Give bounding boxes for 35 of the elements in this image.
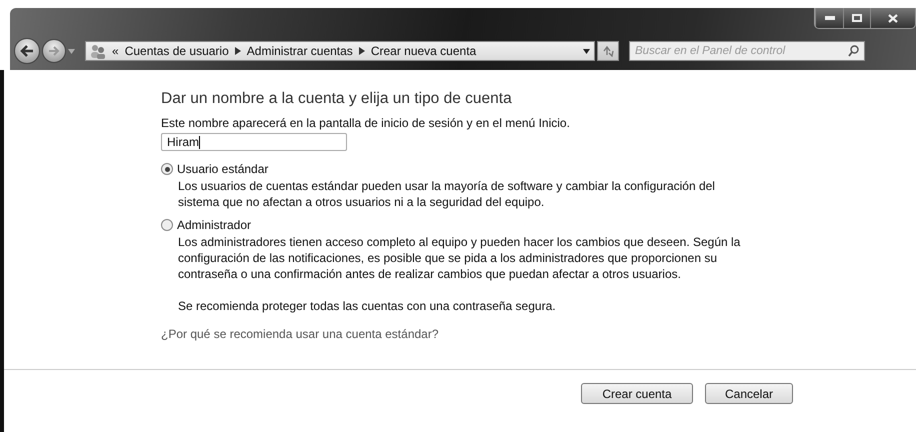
address-bar[interactable]: « Cuentas de usuario Administrar cuentas Crear nueva cuenta: [85, 41, 595, 61]
history-dropdown-icon[interactable]: [68, 48, 75, 54]
breadcrumb-arrow-icon[interactable]: [358, 47, 365, 55]
close-icon[interactable]: [888, 14, 898, 22]
radio-button[interactable]: [161, 219, 173, 231]
cancel-button[interactable]: Cancelar: [705, 383, 793, 404]
maximize-icon[interactable]: [852, 14, 862, 22]
dropdown-icon[interactable]: [583, 48, 590, 54]
overflow-chevron[interactable]: «: [112, 44, 119, 58]
back-arrow-icon[interactable]: [20, 45, 34, 57]
radio-button[interactable]: [161, 163, 173, 175]
option-description: Los usuarios de cuentas estándar pueden usar la mayoría de software y cambiar la configuración del sistema que no afectan a otros usuarios ni a la seguridad del equipo.: [178, 178, 716, 210]
create-account-button[interactable]: Crear cuenta: [581, 383, 693, 404]
option-description: Los administradores tienen acceso completo al equipo y pueden hacer los cambios que deseen. Según la configuración de las notificaciones, es posible que se pida a los administradores que proporcionen su contraseña o una confirmación antes de realizar cambios que puedan afectar a otros usuarios.: [178, 234, 742, 282]
breadcrumb-item[interactable]: Crear nueva cuenta: [370, 44, 476, 58]
search-icon[interactable]: [848, 45, 859, 57]
radio-label[interactable]: Administrador: [177, 218, 252, 232]
minimize-icon[interactable]: [824, 16, 834, 20]
close-button[interactable]: [870, 8, 915, 28]
help-link[interactable]: ¿Por qué se recomienda usar una cuenta estándar?: [161, 327, 439, 341]
field-label: Este nombre aparecerá en la pantalla de inicio de sesión y en el menú Inicio.: [161, 116, 571, 130]
refresh-icon[interactable]: [602, 45, 614, 57]
users-icon: [90, 43, 106, 59]
page-heading: Dar un nombre a la cuenta y elija un tipo de cuenta: [161, 90, 513, 108]
back-button[interactable]: [14, 38, 40, 64]
radio-label[interactable]: Usuario estándar: [177, 162, 268, 176]
maximize-button[interactable]: [843, 8, 870, 28]
option-description: Se recomienda proteger todas las cuentas con una contraseña segura.: [178, 298, 557, 314]
breadcrumb-item[interactable]: Administrar cuentas: [246, 44, 353, 58]
name-input-field[interactable]: Hiram: [161, 133, 347, 151]
forward-button[interactable]: [42, 39, 66, 63]
refresh-button[interactable]: [597, 41, 619, 61]
minimize-button[interactable]: [815, 8, 843, 28]
breadcrumb-arrow-icon[interactable]: [234, 47, 241, 55]
breadcrumb-item[interactable]: Cuentas de usuario: [124, 44, 229, 58]
